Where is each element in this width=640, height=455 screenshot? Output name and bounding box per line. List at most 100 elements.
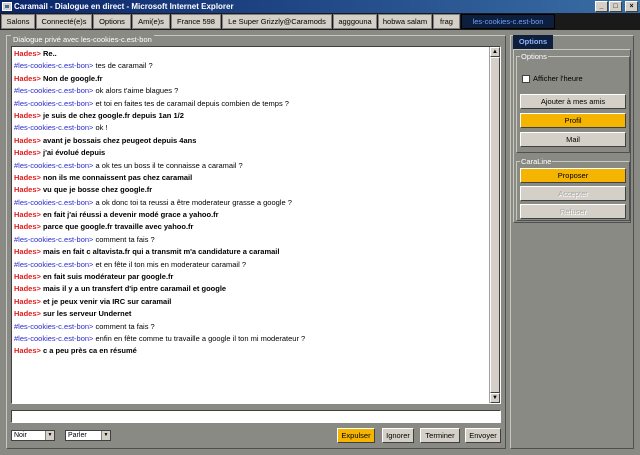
show-time-label: Afficher l'heure: [533, 74, 583, 83]
message-nick: #les-cookies-c.est-bon>: [14, 333, 94, 343]
close-button[interactable]: ×: [625, 1, 638, 12]
side-tab-options[interactable]: Options: [513, 35, 553, 49]
chat-message: Hades> avant je bossais chez peugeot dep…: [14, 135, 488, 147]
side-panel: Options Options Afficher l'heure Ajouter…: [510, 35, 634, 449]
message-nick: Hades>: [14, 309, 41, 319]
tab-salons[interactable]: Salons: [1, 14, 35, 29]
browser-icon: [2, 2, 12, 11]
message-text: comment ta fais ?: [95, 321, 155, 331]
message-text: et toi en faites tes de caramail depuis …: [95, 98, 289, 108]
message-text: comment ta fais ?: [95, 234, 155, 244]
chat-lines: Hades> Re.. #les-cookies-c.est-bon> tes d…: [14, 48, 488, 358]
message-text: non ils me connaissent pas chez caramail: [43, 172, 193, 182]
tab-frag[interactable]: frag: [433, 14, 460, 29]
message-nick: Hades>: [14, 222, 41, 232]
options-group-title: Options: [520, 52, 548, 61]
tab-connectes[interactable]: Connecté(e)s: [36, 14, 92, 29]
message-input[interactable]: [11, 410, 501, 423]
chat-message: #les-cookies-c.est-bon> et en fête il to…: [14, 259, 488, 271]
maximize-button[interactable]: □: [609, 1, 622, 12]
chat-message: #les-cookies-c.est-bon> a ok tes un boss…: [14, 160, 488, 172]
chat-message: Hades> parce que google.fr travaille ave…: [14, 221, 488, 233]
chat-message: Hades> en fait suis modérateur par googl…: [14, 271, 488, 283]
message-nick: Hades>: [14, 210, 41, 220]
message-nick: #les-cookies-c.est-bon>: [14, 61, 94, 71]
chat-panel-title: Dialogue privé avec les-cookies-c.est-bo…: [11, 35, 154, 44]
mail-button[interactable]: Mail: [520, 132, 626, 147]
side-panel-inner: Options Afficher l'heure Ajouter à mes a…: [513, 49, 631, 223]
chat-message: #les-cookies-c.est-bon> tes de caramail …: [14, 60, 488, 72]
chat-message: Hades> mais en fait c altavista.fr qui a…: [14, 246, 488, 258]
message-nick: #les-cookies-c.est-bon>: [14, 86, 94, 96]
message-text: a ok tes un boss il te connaisse a caram…: [95, 160, 243, 170]
message-nick: #les-cookies-c.est-bon>: [14, 98, 94, 108]
message-text: je suis de chez google.fr depuis 1an 1/2: [43, 110, 184, 120]
add-friend-button[interactable]: Ajouter à mes amis: [520, 94, 626, 109]
caraline-group-title: CaraLine: [520, 157, 553, 166]
message-text: vu que je bosse chez google.fr: [43, 185, 153, 195]
message-text: en fait suis modérateur par google.fr: [43, 272, 174, 282]
message-text: avant je bossais chez peugeot depuis 4an…: [43, 135, 197, 145]
tab-options[interactable]: Options: [93, 14, 131, 29]
terminer-button[interactable]: Terminer: [420, 428, 460, 443]
scroll-down-button[interactable]: ▼: [490, 393, 500, 403]
options-group: Options Afficher l'heure Ajouter à mes a…: [516, 52, 630, 153]
chat-message: #les-cookies-c.est-bon> enfin en fête co…: [14, 333, 488, 345]
message-nick: Hades>: [14, 110, 41, 120]
tab-hobwa-salam[interactable]: hobwa salam: [378, 14, 432, 29]
message-nick: Hades>: [14, 247, 41, 257]
scroll-thumb[interactable]: [490, 57, 500, 393]
title-bar: Caramail - Dialogue en direct - Microsof…: [0, 0, 640, 13]
message-nick: Hades>: [14, 49, 41, 58]
message-nick: #les-cookies-c.est-bon>: [14, 160, 94, 170]
tab-france-598[interactable]: France 598: [171, 14, 221, 29]
ignorer-button[interactable]: Ignorer: [382, 428, 414, 443]
profil-button[interactable]: Profil: [520, 113, 626, 128]
color-select-value: Noir: [14, 432, 27, 439]
chat-message: #les-cookies-c.est-bon> ok !: [14, 122, 488, 134]
message-text: et en fête il ton mis en moderateur cara…: [95, 259, 247, 269]
chat-message: Hades> c a peu près ca en résumé: [14, 345, 488, 357]
message-text: tes de caramail ?: [95, 61, 153, 71]
message-nick: Hades>: [14, 272, 41, 282]
message-nick: #les-cookies-c.est-bon>: [14, 321, 94, 331]
caraline-group: CaraLine Proposer Accepter Refuser: [516, 157, 630, 221]
message-text: sur les serveur Undernet: [43, 309, 132, 319]
mode-select[interactable]: Parler ▼: [65, 430, 111, 441]
chat-message: Hades> sur les serveur Undernet: [14, 308, 488, 320]
window-title: Caramail - Dialogue en direct - Microsof…: [14, 2, 234, 11]
message-nick: #les-cookies-c.est-bon>: [14, 234, 94, 244]
chat-message: Hades> Re..: [14, 48, 488, 60]
tab-agggouna[interactable]: agggouna: [333, 14, 377, 29]
message-text: ok alors t'aime blagues ?: [95, 86, 179, 96]
chat-log[interactable]: Hades> Re.. #les-cookies-c.est-bon> tes d…: [11, 46, 501, 404]
tab-amis[interactable]: Ami(e)s: [132, 14, 170, 29]
show-time-checkbox[interactable]: [522, 75, 530, 83]
color-select[interactable]: Noir ▼: [11, 430, 55, 441]
expulser-button[interactable]: Expulser: [337, 428, 375, 443]
message-text: j'ai évolué depuis: [43, 148, 106, 158]
chat-message: Hades> et je peux venir via IRC sur cara…: [14, 296, 488, 308]
scroll-up-button[interactable]: ▲: [490, 47, 500, 57]
app-area: Salons Connecté(e)s Options Ami(e)s Fran…: [0, 13, 640, 455]
message-nick: Hades>: [14, 148, 41, 158]
message-nick: Hades>: [14, 185, 41, 195]
message-text: ok !: [95, 123, 108, 133]
chat-scrollbar[interactable]: ▲ ▼: [489, 47, 500, 403]
chat-message: Hades> en fait j'ai réussi a devenir mod…: [14, 209, 488, 221]
chat-message: #les-cookies-c.est-bon> et toi en faites…: [14, 98, 488, 110]
dropdown-arrow-icon[interactable]: ▼: [45, 431, 54, 440]
message-nick: #les-cookies-c.est-bon>: [14, 259, 94, 269]
tab-les-cookies[interactable]: les-cookies-c.est-bon: [461, 14, 555, 29]
minimize-button[interactable]: _: [595, 1, 608, 12]
tab-super-grizzly[interactable]: Le Super Grizzly@Caramods: [222, 14, 332, 29]
envoyer-button[interactable]: Envoyer: [465, 428, 501, 443]
chat-message: Hades> j'ai évolué depuis: [14, 147, 488, 159]
message-nick: Hades>: [14, 73, 41, 83]
proposer-button[interactable]: Proposer: [520, 168, 626, 183]
dropdown-arrow-icon[interactable]: ▼: [101, 431, 110, 440]
message-text: en fait j'ai réussi a devenir modé grace…: [43, 210, 219, 220]
message-nick: Hades>: [14, 172, 41, 182]
message-text: mais il y a un transfert d'ip entre cara…: [43, 284, 227, 294]
accepter-button: Accepter: [520, 186, 626, 201]
